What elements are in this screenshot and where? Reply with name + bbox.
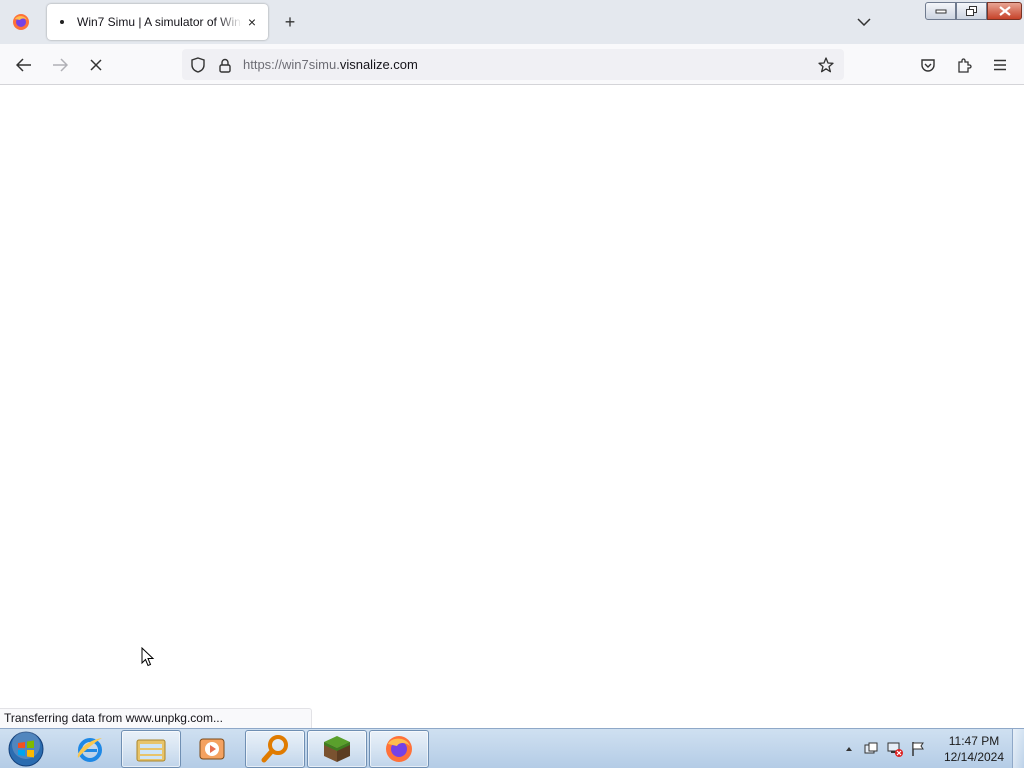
pocket-button[interactable]: [915, 52, 941, 78]
firefox-icon: [386, 736, 412, 762]
close-window-button[interactable]: [987, 2, 1022, 20]
tracking-protection-button[interactable]: [188, 55, 208, 75]
mouse-pointer-icon: [141, 647, 155, 667]
restore-button[interactable]: [956, 2, 987, 20]
url-text[interactable]: https://win7simu.visnalize.com: [243, 57, 418, 72]
shield-icon: [191, 57, 205, 73]
forward-button[interactable]: [47, 52, 73, 78]
action-center-icon[interactable]: [862, 740, 880, 758]
taskbar-media-player[interactable]: [182, 730, 242, 768]
folder-icon: [136, 739, 166, 762]
new-tab-button[interactable]: +: [280, 12, 300, 32]
tab-title: Win7 Simu | A simulator of Windows 7: [77, 15, 242, 29]
minecraft-block-icon: [324, 736, 350, 762]
browser-tab[interactable]: Win7 Simu | A simulator of Windows 7 ×: [47, 4, 268, 40]
site-info-button[interactable]: [216, 55, 234, 75]
firefox-view-button[interactable]: [0, 0, 42, 44]
status-panel: Transferring data from www.unpkg.com...: [0, 708, 312, 728]
flag-icon[interactable]: [910, 740, 926, 758]
back-arrow-icon: [16, 58, 31, 72]
magnifier-icon: [261, 735, 288, 763]
restore-icon: [965, 5, 977, 16]
windows-orb-icon: [8, 731, 44, 767]
taskbar-clock[interactable]: 11:47 PM 12/14/2024: [940, 733, 1008, 765]
taskbar-firefox[interactable]: [369, 730, 429, 768]
minimize-icon: [935, 9, 946, 14]
media-player-icon: [199, 738, 225, 760]
taskbar-windows-explorer[interactable]: [121, 730, 181, 768]
back-button[interactable]: [11, 52, 37, 78]
taskbar-internet-explorer[interactable]: [60, 730, 120, 768]
clock-date: 12/14/2024: [943, 750, 1005, 764]
forward-arrow-icon: [53, 58, 68, 72]
network-error-icon[interactable]: [886, 740, 904, 758]
star-icon: [818, 57, 834, 73]
navigation-toolbar: https://win7simu.visnalize.com: [0, 44, 1024, 85]
extensions-button[interactable]: [951, 52, 977, 78]
page-content: [0, 86, 1024, 727]
tab-close-icon[interactable]: ×: [244, 14, 260, 30]
tab-strip: Win7 Simu | A simulator of Windows 7 × +: [0, 0, 1024, 44]
url-domain: visnalize.com: [339, 57, 418, 72]
firefox-icon: [13, 14, 29, 30]
taskbar-minecraft[interactable]: [307, 730, 367, 768]
clock-time: 11:47 PM: [948, 734, 1000, 748]
pocket-icon: [921, 58, 935, 72]
show-hidden-icons-icon[interactable]: [842, 742, 856, 756]
stop-loading-button[interactable]: [83, 52, 109, 78]
start-button[interactable]: [6, 730, 46, 768]
ie-icon: [77, 738, 102, 762]
bookmark-button[interactable]: [816, 55, 836, 75]
app-menu-button[interactable]: [987, 52, 1013, 78]
close-icon: [998, 6, 1011, 16]
list-all-tabs-button[interactable]: [855, 12, 873, 32]
minimize-button[interactable]: [925, 2, 956, 20]
lock-icon: [219, 58, 231, 73]
hamburger-menu-icon: [994, 59, 1006, 71]
chevron-down-icon: [857, 18, 871, 26]
taskbar: 11:47 PM 12/14/2024: [0, 728, 1024, 768]
url-scheme: https://win7simu.: [243, 57, 340, 72]
notification-area: [842, 731, 926, 767]
stop-icon: [90, 59, 102, 71]
puzzle-piece-icon: [958, 58, 972, 73]
show-desktop-button[interactable]: [1012, 729, 1024, 768]
taskbar-search[interactable]: [245, 730, 305, 768]
loading-favicon-icon: [57, 17, 67, 27]
address-bar[interactable]: https://win7simu.visnalize.com: [182, 49, 844, 80]
